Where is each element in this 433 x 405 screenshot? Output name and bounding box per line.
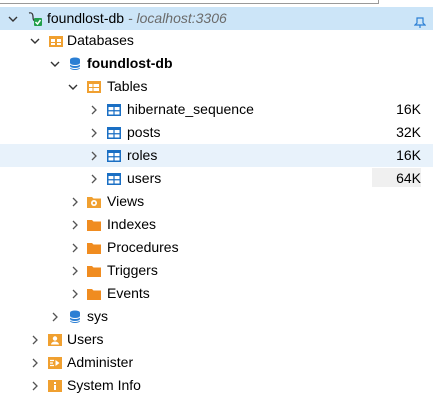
users-folder-icon bbox=[47, 332, 63, 348]
info-folder-icon bbox=[47, 378, 63, 394]
connection-name: foundlost-db bbox=[47, 10, 125, 26]
databases-label: Databases bbox=[67, 32, 134, 48]
table-size: 16K bbox=[396, 101, 421, 117]
table-name: posts bbox=[127, 124, 161, 140]
pin-icon[interactable] bbox=[413, 16, 427, 28]
database-icon bbox=[67, 56, 83, 72]
tree-row-indexes[interactable]: Indexes bbox=[0, 213, 433, 236]
chevron-right-icon[interactable] bbox=[88, 167, 100, 190]
table-row[interactable]: users 64K bbox=[0, 167, 433, 190]
folder-label: Events bbox=[107, 285, 150, 301]
tree-row-administer[interactable]: Administer bbox=[0, 351, 433, 374]
chevron-down-icon[interactable] bbox=[29, 29, 41, 52]
db-name: sys bbox=[87, 308, 108, 324]
folder-label: Indexes bbox=[107, 216, 157, 232]
chevron-down-icon[interactable] bbox=[67, 75, 79, 98]
window-top-edge bbox=[0, 0, 433, 4]
tables-folder-icon bbox=[86, 79, 102, 95]
folder-label: Triggers bbox=[107, 262, 158, 278]
users-label: Users bbox=[67, 331, 104, 347]
table-row[interactable]: hibernate_sequence 16K bbox=[0, 98, 433, 121]
chevron-right-icon[interactable] bbox=[88, 98, 100, 121]
table-name: users bbox=[127, 170, 162, 186]
folder-label: Procedures bbox=[107, 239, 179, 255]
folder-label: Views bbox=[107, 193, 145, 209]
folder-icon bbox=[86, 263, 102, 279]
chevron-right-icon[interactable] bbox=[29, 374, 41, 397]
tree-row-users[interactable]: Users bbox=[0, 328, 433, 351]
db-name: foundlost-db bbox=[87, 55, 173, 71]
chevron-down-icon[interactable] bbox=[49, 52, 61, 75]
tree-row-databases[interactable]: Databases bbox=[0, 29, 433, 52]
views-folder-icon bbox=[86, 194, 102, 210]
administer-label: Administer bbox=[67, 354, 134, 370]
chevron-right-icon[interactable] bbox=[29, 328, 41, 351]
table-name: hibernate_sequence bbox=[127, 101, 254, 117]
database-icon bbox=[67, 309, 83, 325]
table-size: 64K bbox=[396, 170, 421, 186]
table-row[interactable]: posts 32K bbox=[0, 121, 433, 144]
chevron-right-icon[interactable] bbox=[49, 305, 61, 328]
table-row[interactable]: roles 16K bbox=[0, 144, 433, 167]
tables-label: Tables bbox=[107, 78, 148, 94]
table-size: 16K bbox=[396, 147, 421, 163]
administer-folder-icon bbox=[47, 355, 63, 371]
folder-icon bbox=[86, 217, 102, 233]
system-info-label: System Info bbox=[67, 377, 141, 393]
folder-icon bbox=[86, 240, 102, 256]
chevron-right-icon[interactable] bbox=[29, 351, 41, 374]
table-icon bbox=[106, 148, 122, 164]
chevron-right-icon[interactable] bbox=[69, 259, 81, 282]
tree-row-db-foundlost[interactable]: foundlost-db bbox=[0, 52, 433, 75]
tree-row-system-info[interactable]: System Info bbox=[0, 374, 433, 397]
table-icon bbox=[106, 102, 122, 118]
chevron-right-icon[interactable] bbox=[69, 282, 81, 305]
table-name: roles bbox=[127, 147, 158, 163]
chevron-right-icon[interactable] bbox=[69, 213, 81, 236]
connection-icon bbox=[27, 11, 43, 27]
tree-row-procedures[interactable]: Procedures bbox=[0, 236, 433, 259]
connection-host: - localhost:3306 bbox=[127, 10, 227, 26]
tree-row-triggers[interactable]: Triggers bbox=[0, 259, 433, 282]
chevron-right-icon[interactable] bbox=[69, 236, 81, 259]
table-size: 32K bbox=[396, 124, 421, 140]
chevron-right-icon[interactable] bbox=[88, 121, 100, 144]
tree-row-events[interactable]: Events bbox=[0, 282, 433, 305]
chevron-right-icon[interactable] bbox=[88, 144, 100, 167]
chevron-down-icon[interactable] bbox=[7, 7, 19, 30]
tree-row-connection[interactable]: foundlost-db - localhost:3306 bbox=[0, 7, 433, 30]
folder-icon bbox=[86, 286, 102, 302]
tree-row-tables[interactable]: Tables bbox=[0, 75, 433, 98]
table-icon bbox=[106, 171, 122, 187]
tree-row-db-sys[interactable]: sys bbox=[0, 305, 433, 328]
databases-folder-icon bbox=[48, 33, 64, 49]
tree-row-views[interactable]: Views bbox=[0, 190, 433, 213]
chevron-right-icon[interactable] bbox=[69, 190, 81, 213]
table-icon bbox=[106, 125, 122, 141]
